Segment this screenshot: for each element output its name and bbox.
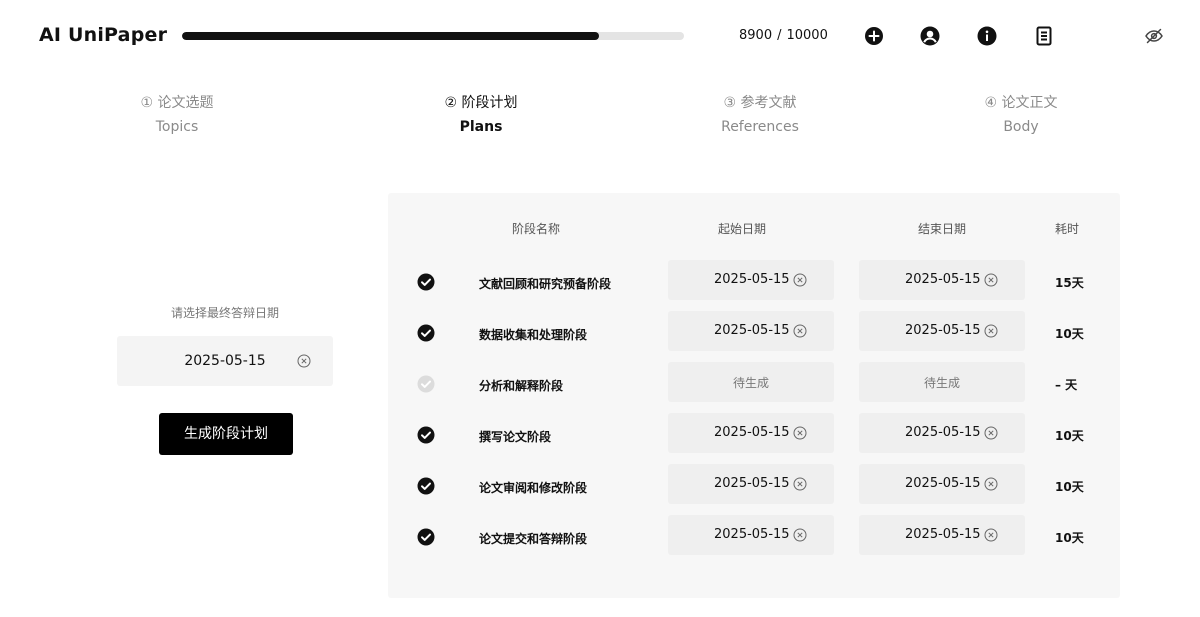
document-icon[interactable] [1034, 26, 1054, 46]
end-date-value: 2025-05-15 [905, 323, 981, 338]
end-date-value: 2025-05-15 [905, 476, 981, 491]
step-cn-label: ③ 参考文献 [723, 95, 797, 111]
end-date-field[interactable]: 2025-05-15 [859, 311, 1025, 351]
final-date-label: 请选择最终答辩日期 [170, 306, 279, 320]
check-circle-icon[interactable] [417, 273, 435, 291]
final-date-field[interactable]: 2025-05-15 [117, 336, 333, 386]
step-body[interactable]: ④ 论文正文 Body [931, 94, 1111, 136]
check-circle-icon[interactable] [417, 426, 435, 444]
user-circle-icon[interactable] [920, 26, 940, 46]
usage-current: 8900 [739, 28, 773, 43]
phase-name: 论文审阅和修改阶段 [479, 481, 588, 495]
start-date-field[interactable]: 待生成 [668, 362, 834, 402]
phase-name: 分析和解释阶段 [479, 379, 564, 393]
step-references[interactable]: ③ 参考文献 References [670, 94, 850, 136]
app-logo[interactable]: AI UniPaper [39, 24, 167, 46]
generate-plan-button[interactable]: 生成阶段计划 [159, 413, 293, 455]
start-date-field[interactable]: 2025-05-15 [668, 413, 834, 453]
step-cn-label: ② 阶段计划 [444, 95, 518, 111]
usage-progress-fill [182, 32, 599, 40]
clear-icon[interactable] [793, 324, 807, 338]
check-circle-disabled-icon[interactable] [417, 375, 435, 393]
clear-icon[interactable] [793, 528, 807, 542]
add-circle-icon[interactable] [864, 26, 884, 46]
start-date-pending: 待生成 [732, 376, 769, 390]
usage-separator: / [777, 28, 782, 43]
column-header-name: 阶段名称 [511, 222, 560, 236]
check-circle-icon[interactable] [417, 528, 435, 546]
end-date-field[interactable]: 2025-05-15 [859, 260, 1025, 300]
start-date-value: 2025-05-15 [714, 527, 790, 542]
clear-icon[interactable] [984, 324, 998, 338]
start-date-field[interactable]: 2025-05-15 [668, 260, 834, 300]
step-en-label: Topics [155, 119, 199, 135]
start-date-field[interactable]: 2025-05-15 [668, 515, 834, 555]
clear-icon[interactable] [793, 426, 807, 440]
phase-duration: 10天 [1055, 429, 1084, 443]
end-date-value: 2025-05-15 [905, 272, 981, 287]
phase-duration: – 天 [1055, 378, 1078, 392]
clear-icon[interactable] [793, 477, 807, 491]
step-cn-label: ④ 论文正文 [984, 95, 1058, 111]
step-en-label: References [721, 119, 799, 135]
column-header-end: 结束日期 [917, 222, 966, 236]
end-date-field[interactable]: 2025-05-15 [859, 464, 1025, 504]
check-circle-icon[interactable] [417, 477, 435, 495]
end-date-field[interactable]: 2025-05-15 [859, 515, 1025, 555]
start-date-field[interactable]: 2025-05-15 [668, 311, 834, 351]
usage-counter: 8900 / 10000 [739, 28, 828, 43]
step-cn-label: ① 论文选题 [140, 95, 214, 111]
end-date-field[interactable]: 2025-05-15 [859, 413, 1025, 453]
end-date-value: 2025-05-15 [905, 527, 981, 542]
column-header-duration: 耗时 [1054, 222, 1079, 236]
phase-duration: 10天 [1055, 327, 1084, 341]
clear-icon[interactable] [984, 273, 998, 287]
eye-slash-icon[interactable] [1144, 26, 1164, 46]
step-plans[interactable]: ② 阶段计划 Plans [391, 94, 571, 136]
phase-name: 文献回顾和研究预备阶段 [479, 277, 612, 291]
column-header-start: 起始日期 [717, 222, 766, 236]
phase-name: 数据收集和处理阶段 [479, 328, 588, 342]
phase-name: 论文提交和答辩阶段 [479, 532, 588, 546]
info-icon[interactable] [977, 26, 997, 46]
step-en-label: Plans [459, 119, 503, 135]
phase-duration: 10天 [1055, 480, 1084, 494]
clear-icon[interactable] [297, 354, 311, 368]
start-date-value: 2025-05-15 [714, 323, 790, 338]
clear-icon[interactable] [984, 528, 998, 542]
start-date-field[interactable]: 2025-05-15 [668, 464, 834, 504]
usage-total: 10000 [786, 28, 828, 43]
start-date-value: 2025-05-15 [714, 476, 790, 491]
check-circle-icon[interactable] [417, 324, 435, 342]
start-date-value: 2025-05-15 [714, 425, 790, 440]
clear-icon[interactable] [793, 273, 807, 287]
phase-duration: 10天 [1055, 531, 1084, 545]
clear-icon[interactable] [984, 477, 998, 491]
usage-progress-bar [182, 32, 684, 40]
clear-icon[interactable] [984, 426, 998, 440]
phase-duration: 15天 [1055, 276, 1084, 290]
end-date-field[interactable]: 待生成 [859, 362, 1025, 402]
end-date-pending: 待生成 [923, 376, 960, 390]
app-page: AI UniPaper 8900 / 10000 ① 论文选题 Topics ② 阶… [0, 0, 1200, 617]
end-date-value: 2025-05-15 [905, 425, 981, 440]
phase-name: 撰写论文阶段 [479, 430, 552, 444]
step-en-label: Body [1003, 119, 1039, 135]
start-date-value: 2025-05-15 [714, 272, 790, 287]
step-topics[interactable]: ① 论文选题 Topics [87, 94, 267, 136]
